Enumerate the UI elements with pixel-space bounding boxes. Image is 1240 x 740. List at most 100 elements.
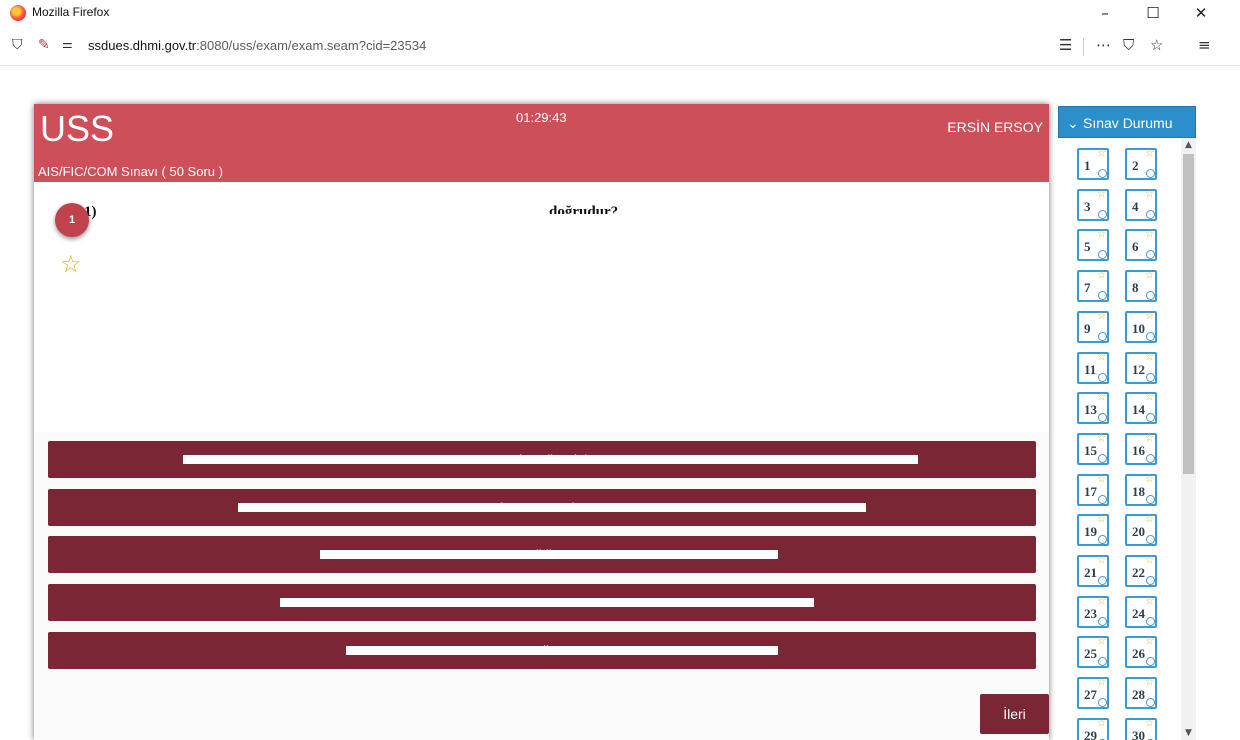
- sidebar-scrollbar[interactable]: ▲ ▼: [1181, 138, 1196, 740]
- question-nav-cell[interactable]: 11 ☆: [1077, 351, 1109, 384]
- star-icon: ☆: [1097, 636, 1106, 648]
- scroll-down-icon[interactable]: ▼: [1181, 728, 1196, 738]
- question-nav-cell[interactable]: 7 ☆: [1077, 270, 1109, 303]
- next-button[interactable]: İleri: [980, 694, 1049, 734]
- star-icon: ☆: [1097, 595, 1106, 607]
- question-nav-number: 2: [1132, 158, 1139, 173]
- question-nav-cell[interactable]: 16 ☆: [1125, 432, 1157, 465]
- question-nav-cell[interactable]: 10 ☆: [1125, 310, 1157, 343]
- shield-icon[interactable]: ⛉: [12, 37, 23, 53]
- star-icon: ☆: [1097, 392, 1106, 404]
- question-nav-number: 30: [1132, 727, 1145, 740]
- answer-option-2[interactable]: Bir NOTAM ...ktır.: [48, 489, 1036, 526]
- question-nav-cell[interactable]: 1 ☆: [1077, 148, 1109, 180]
- star-icon: ☆: [1145, 148, 1154, 159]
- question-nav-cell[interactable]: 18 ☆: [1125, 473, 1157, 506]
- question-nav-cell[interactable]: 25 ☆: [1077, 636, 1109, 669]
- redaction-mark: [346, 646, 778, 655]
- status-circle-icon: [1098, 372, 1107, 382]
- address-bar[interactable]: ⛉ ✎ ⚌ ssdues.dhmi.gov.tr:8080/uss/exam/e…: [0, 26, 1240, 66]
- question-nav-cell[interactable]: 14 ☆: [1125, 392, 1157, 425]
- question-nav-cell[interactable]: 17 ☆: [1077, 473, 1109, 506]
- status-circle-icon: [1098, 453, 1107, 463]
- status-circle-icon: [1098, 698, 1107, 708]
- question-nav-cell[interactable]: 22 ☆: [1125, 555, 1157, 587]
- close-button[interactable]: ✕: [1186, 2, 1216, 24]
- question-nav-cell[interactable]: 19 ☆: [1077, 514, 1109, 547]
- question-nav-cell[interactable]: 24 ☆: [1125, 595, 1157, 628]
- status-circle-icon: [1098, 291, 1107, 301]
- exam-status-toggle[interactable]: ⌄ Sınav Durumu: [1058, 106, 1196, 138]
- question-nav-number: 22: [1132, 565, 1145, 580]
- star-icon: ☆: [1145, 677, 1154, 689]
- question-nav-cell[interactable]: 3 ☆: [1077, 188, 1109, 221]
- more-actions-icon[interactable]: ⋯: [1096, 36, 1111, 54]
- star-icon: ☆: [1145, 392, 1154, 404]
- star-icon: ☆: [1145, 351, 1154, 363]
- pocket-icon[interactable]: ⛉: [1123, 36, 1134, 54]
- exam-status-sidebar: ⌄ Sınav Durumu 1 ☆ 2 ☆ 3 ☆ 4 ☆ 5 ☆ 6 ☆ 7 ☆ 8 ☆ 9 ☆ 10 ☆ 11 ☆ 12…: [1058, 106, 1196, 740]
- status-circle-icon: [1098, 331, 1107, 341]
- question-nav-cell[interactable]: 29 ☆: [1077, 717, 1109, 740]
- question-nav-number: 15: [1084, 442, 1097, 458]
- answer-option-3[interactable]: ...lidir.: [48, 536, 1036, 573]
- maximize-button[interactable]: ☐: [1138, 2, 1168, 24]
- question-nav-cell[interactable]: 6 ☆: [1125, 229, 1157, 262]
- star-icon: ☆: [1145, 270, 1154, 282]
- question-nav-cell[interactable]: 30 ☆: [1125, 717, 1157, 740]
- status-circle-icon: [1098, 616, 1107, 626]
- star-icon: ☆: [1097, 555, 1106, 566]
- star-icon: ☆: [1097, 229, 1106, 241]
- question-nav-cell[interactable]: 9 ☆: [1077, 310, 1109, 343]
- question-nav-number: 7: [1084, 280, 1091, 296]
- question-grid: 1 ☆ 2 ☆ 3 ☆ 4 ☆ 5 ☆ 6 ☆ 7 ☆ 8 ☆ 9 ☆ 10 ☆ 11 ☆ 12 ☆ 13 ☆ 14 ☆ 15 ☆ 16 ☆ 1…: [1058, 138, 1181, 740]
- url-domain: ssdues.dhmi.gov.tr: [88, 38, 197, 53]
- star-icon: ☆: [1097, 677, 1106, 689]
- answer-option-1[interactable]: ...tarak verilecektir..: [48, 441, 1036, 478]
- bookmark-star-icon[interactable]: ☆: [1150, 36, 1163, 54]
- question-nav-cell[interactable]: 4 ☆: [1125, 188, 1157, 221]
- question-nav-cell[interactable]: 23 ☆: [1077, 595, 1109, 628]
- star-icon: ☆: [1097, 270, 1106, 282]
- question-nav-number: 25: [1084, 646, 1097, 662]
- question-nav-cell[interactable]: 26 ☆: [1125, 636, 1157, 669]
- star-icon: ☆: [1145, 473, 1154, 485]
- answer-option-4[interactable]: ...NOTAM...: [48, 584, 1036, 621]
- question-nav-number: 13: [1084, 402, 1097, 418]
- question-nav-number: 9: [1084, 320, 1091, 336]
- status-circle-icon: [1146, 372, 1155, 382]
- minimize-button[interactable]: –: [1090, 2, 1120, 24]
- question-area: 1) doğrudur? 1 ☆: [34, 182, 1049, 432]
- question-nav-cell[interactable]: 20 ☆: [1125, 514, 1157, 547]
- status-circle-icon: [1146, 453, 1155, 463]
- redaction-mark: [183, 455, 918, 464]
- question-nav-cell[interactable]: 28 ☆: [1125, 677, 1157, 710]
- insecure-lock-icon[interactable]: ✎: [38, 37, 50, 53]
- status-circle-icon: [1098, 413, 1107, 423]
- reader-view-icon[interactable]: ☰: [1059, 36, 1072, 54]
- question-nav-number: 6: [1132, 239, 1139, 255]
- question-nav-cell[interactable]: 2 ☆: [1125, 148, 1157, 180]
- favorite-star-icon[interactable]: ☆: [60, 250, 82, 278]
- question-nav-cell[interactable]: 5 ☆: [1077, 229, 1109, 262]
- status-circle-icon: [1146, 535, 1155, 545]
- question-nav-cell[interactable]: 12 ☆: [1125, 351, 1157, 384]
- question-nav-cell[interactable]: 27 ☆: [1077, 677, 1109, 710]
- menu-icon[interactable]: ≡: [1198, 36, 1211, 54]
- url-text[interactable]: ssdues.dhmi.gov.tr:8080/uss/exam/exam.se…: [88, 38, 426, 53]
- status-circle-icon: [1146, 576, 1155, 585]
- scrollbar-thumb[interactable]: [1183, 154, 1194, 474]
- question-nav-number: 1: [1084, 158, 1091, 173]
- question-nav-cell[interactable]: 15 ☆: [1077, 432, 1109, 465]
- scroll-up-icon[interactable]: ▲: [1181, 140, 1196, 150]
- exam-subtitle: AIS/FIC/COM Sınavı ( 50 Soru ): [38, 164, 223, 179]
- star-icon: ☆: [1097, 473, 1106, 485]
- question-nav-cell[interactable]: 13 ☆: [1077, 392, 1109, 425]
- question-nav-cell[interactable]: 8 ☆: [1125, 270, 1157, 303]
- answer-option-5[interactable]: ...dir.: [48, 632, 1036, 669]
- status-circle-icon: [1098, 657, 1107, 667]
- permissions-icon[interactable]: ⚌: [62, 37, 73, 51]
- question-nav-number: 10: [1132, 320, 1145, 336]
- question-nav-cell[interactable]: 21 ☆: [1077, 555, 1109, 587]
- status-circle-icon: [1098, 535, 1107, 545]
